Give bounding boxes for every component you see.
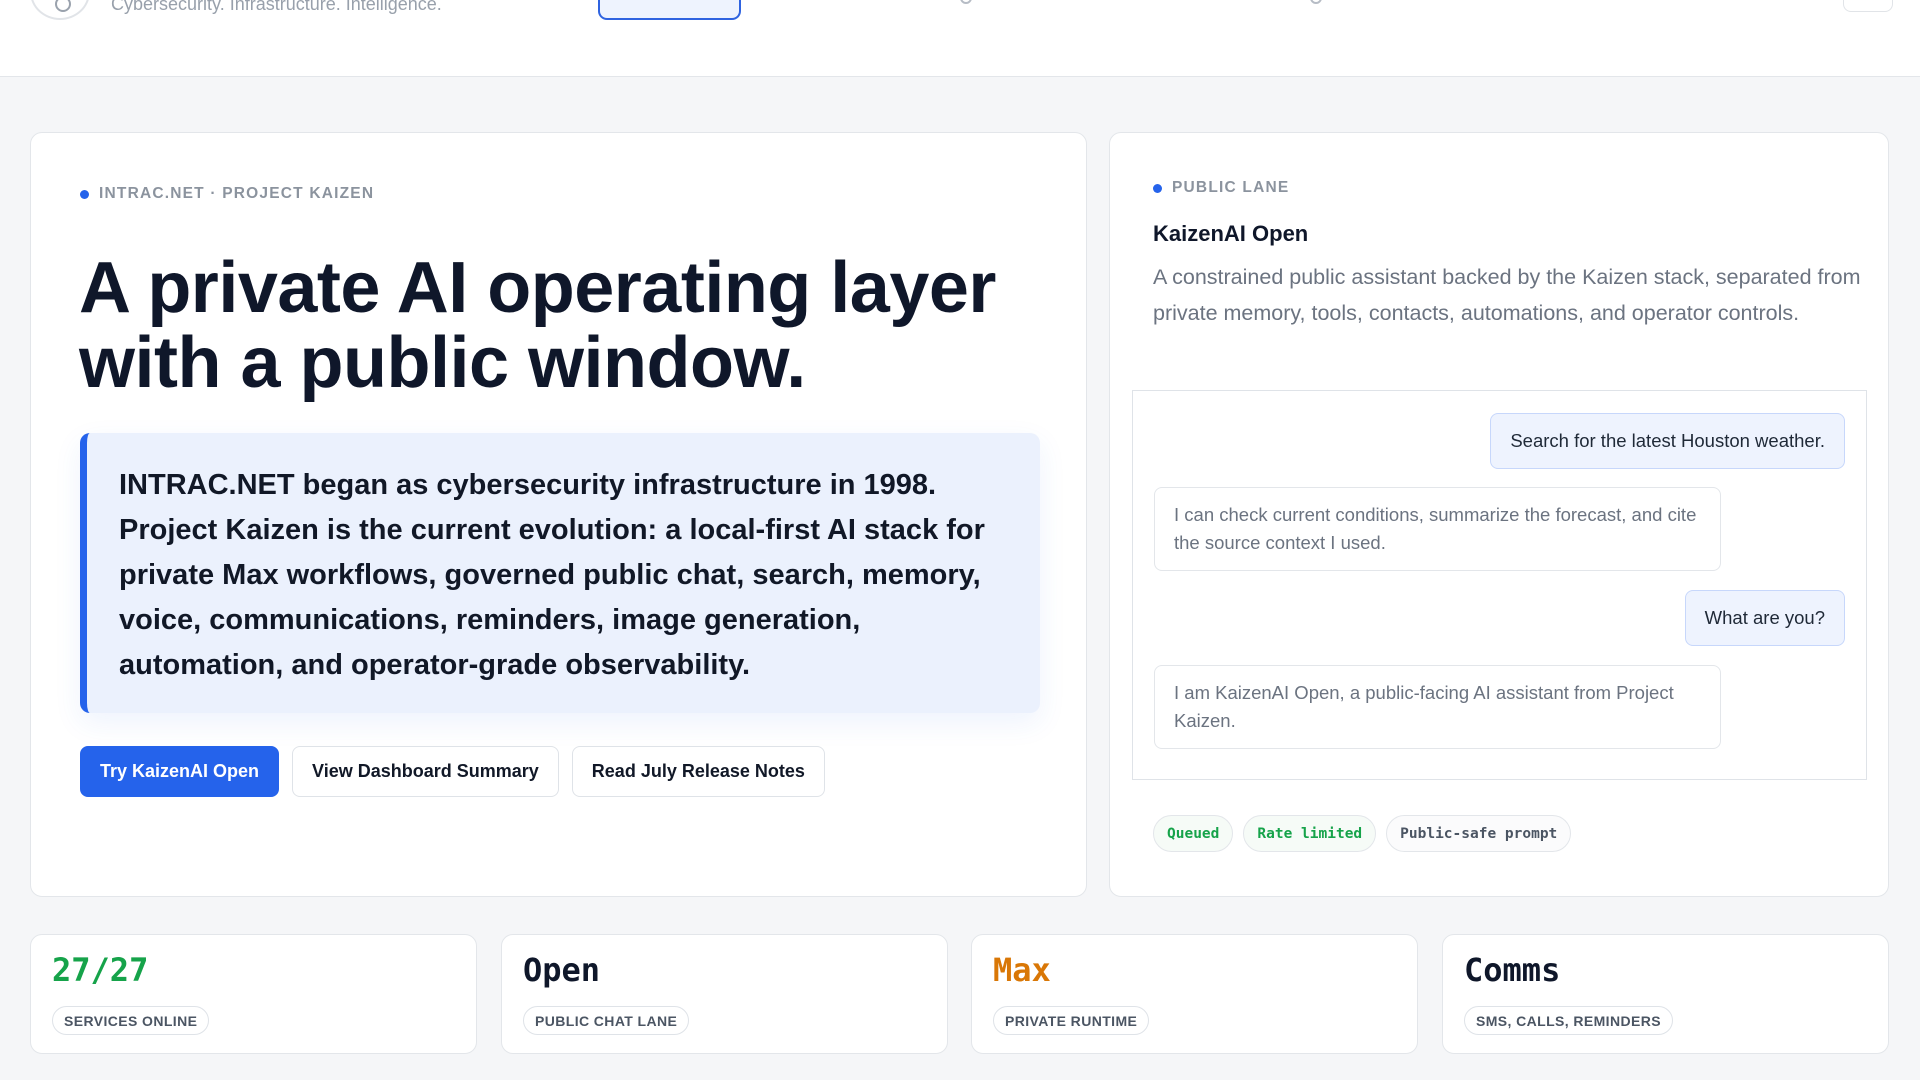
lane-description: A constrained public assistant backed by… bbox=[1153, 265, 1861, 325]
page-title: A private AI operating layer with a publ… bbox=[79, 248, 996, 403]
read-release-notes-button[interactable]: Read July Release Notes bbox=[571, 746, 825, 797]
top-header: Cybersecurity. Infrastructure. Intellige… bbox=[0, 0, 1920, 77]
status-badge-rate-limited: Rate limited bbox=[1243, 815, 1377, 852]
chat-preview: Search for the latest Houston weather. I… bbox=[1132, 390, 1867, 780]
stat-value: Max bbox=[993, 951, 1051, 989]
menu-button[interactable] bbox=[1843, 0, 1893, 12]
nav-item-active[interactable] bbox=[598, 0, 741, 20]
stat-label: PUBLIC CHAT LANE bbox=[523, 1006, 690, 1035]
logo-icon[interactable] bbox=[30, 0, 90, 20]
stat-card-private-runtime: Max PRIVATE RUNTIME bbox=[971, 934, 1418, 1054]
stat-value: Open bbox=[523, 951, 601, 989]
site-tagline: Cybersecurity. Infrastructure. Intellige… bbox=[111, 0, 442, 14]
nav-icon[interactable] bbox=[1310, 0, 1322, 4]
status-dot-icon bbox=[1153, 183, 1162, 193]
stat-value: Comms bbox=[1464, 951, 1561, 989]
stat-card-public-chat: Open PUBLIC CHAT LANE bbox=[501, 934, 948, 1054]
nav-icon[interactable] bbox=[960, 0, 972, 4]
hero-actions: Try KaizenAI Open View Dashboard Summary… bbox=[80, 746, 825, 797]
lane-eyebrow-label: PUBLIC LANE bbox=[1172, 179, 1290, 196]
hero-card: INTRAC.NET · PROJECT KAIZEN A private AI… bbox=[30, 132, 1087, 897]
status-badge-public-safe: Public-safe prompt bbox=[1386, 815, 1572, 852]
chat-message-user: Search for the latest Houston weather. bbox=[1490, 413, 1845, 469]
stat-label: PRIVATE RUNTIME bbox=[993, 1006, 1150, 1035]
try-kaizenai-open-button[interactable]: Try KaizenAI Open bbox=[80, 746, 280, 797]
stat-label: SMS, CALLS, REMINDERS bbox=[1464, 1006, 1673, 1035]
hero-eyebrow-label: INTRAC.NET · PROJECT KAIZEN bbox=[99, 185, 375, 202]
stat-value: 27/27 bbox=[52, 951, 149, 989]
stat-card-services: 27/27 SERVICES ONLINE bbox=[30, 934, 477, 1054]
status-pills: Queued Rate limited Public-safe prompt bbox=[1153, 815, 1572, 852]
status-dot-icon bbox=[80, 189, 89, 199]
lane-title: KaizenAI Open bbox=[1153, 221, 1309, 246]
chat-message-assistant: I can check current conditions, summariz… bbox=[1154, 487, 1721, 571]
public-lane-card: PUBLIC LANE KaizenAI Open A constrained … bbox=[1109, 132, 1889, 897]
lane-eyebrow: PUBLIC LANE bbox=[1153, 179, 1289, 197]
view-dashboard-summary-button[interactable]: View Dashboard Summary bbox=[292, 746, 559, 797]
status-badge-queued: Queued bbox=[1153, 815, 1234, 852]
stat-card-comms: Comms SMS, CALLS, REMINDERS bbox=[1442, 934, 1889, 1054]
chat-message-user: What are you? bbox=[1684, 590, 1845, 646]
stat-label: SERVICES ONLINE bbox=[52, 1006, 210, 1035]
chat-message-assistant: I am KaizenAI Open, a public-facing AI a… bbox=[1154, 665, 1721, 749]
hero-eyebrow: INTRAC.NET · PROJECT KAIZEN bbox=[80, 185, 374, 203]
intro-callout: INTRAC.NET began as cybersecurity infras… bbox=[80, 433, 1040, 713]
